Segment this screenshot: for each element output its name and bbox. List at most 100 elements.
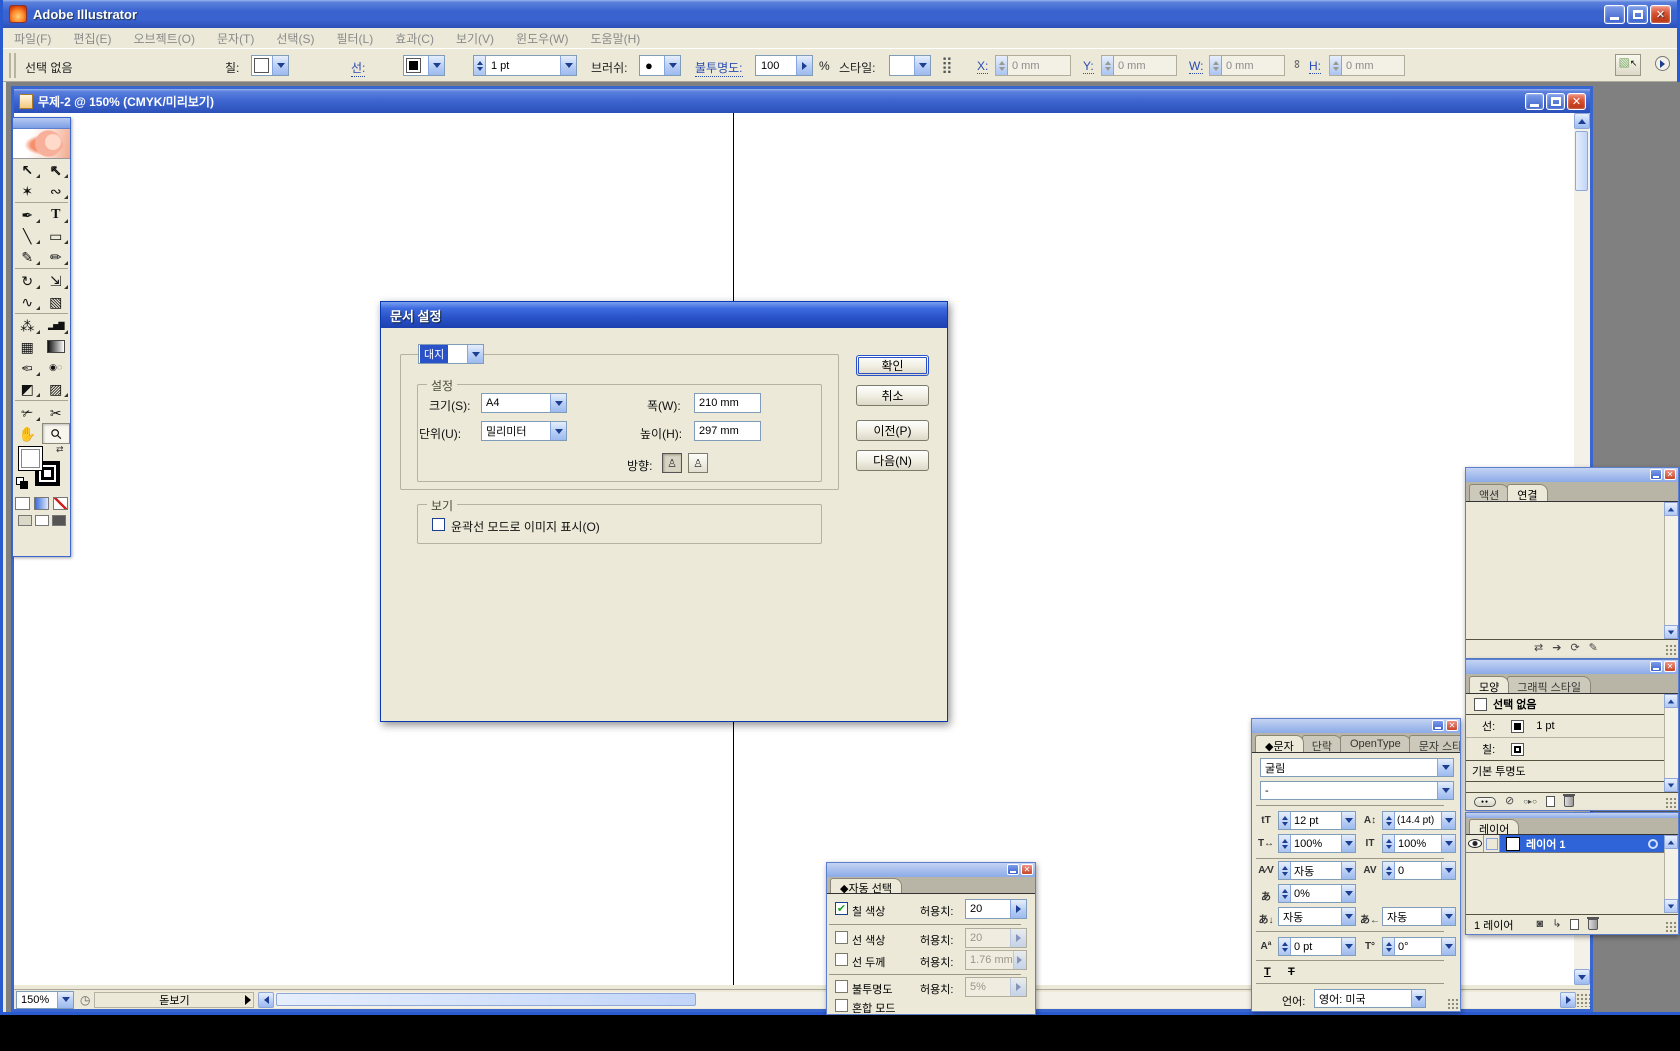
appearance-fill-row[interactable]: 칠: — [1466, 738, 1678, 761]
scroll-left-button[interactable] — [258, 992, 274, 1008]
dialog-section-dropdown[interactable]: 대지 — [418, 344, 484, 364]
palette-minimize-button[interactable] — [1007, 864, 1019, 875]
font-family-dropdown[interactable]: 굴림 — [1260, 758, 1454, 777]
baseline-shift-combo[interactable]: 0 pt — [1278, 937, 1356, 956]
zoom-level-combo[interactable]: 150% — [16, 991, 74, 1009]
layer-thumbnail[interactable] — [1506, 837, 1520, 851]
trash-icon[interactable] — [1588, 919, 1598, 930]
tolerance-slider-button[interactable] — [1010, 900, 1026, 918]
width-field[interactable]: 210 mm — [694, 393, 761, 413]
next-button[interactable]: 다음(N) — [856, 450, 929, 471]
new-layer-icon[interactable] — [1570, 919, 1579, 930]
chevron-down-icon[interactable] — [57, 992, 73, 1008]
lock-cell[interactable] — [1484, 835, 1500, 852]
rectangle-tool[interactable]: ▭ — [42, 225, 71, 246]
size-dropdown[interactable]: A4 — [481, 393, 567, 413]
font-size-combo[interactable]: 12 pt — [1278, 811, 1356, 830]
fill-swatch[interactable] — [18, 446, 43, 471]
tab-character-styles[interactable]: 문자 스타일 — [1409, 735, 1460, 752]
palette-titlebar[interactable]: ✕ — [827, 863, 1035, 877]
chevron-down-icon[interactable] — [1437, 759, 1453, 776]
appearance-transparency-row[interactable]: 기본 투명도 — [1466, 761, 1678, 782]
scissors-tool[interactable]: ✂ — [42, 402, 71, 423]
opacity-label[interactable]: 불투명도: — [695, 59, 743, 77]
layer-row[interactable]: 레이어 1 — [1466, 835, 1678, 853]
resize-grip[interactable] — [1576, 993, 1590, 1007]
menu-file[interactable]: 파일(F) — [3, 30, 62, 47]
app-titlebar[interactable]: Adobe Illustrator ✕ — [3, 0, 1677, 28]
palette-scrollbar[interactable] — [1664, 694, 1678, 792]
relink-icon[interactable]: ⇄ — [1534, 643, 1543, 654]
scroll-up-button[interactable] — [1574, 113, 1590, 129]
prev-button[interactable]: 이전(P) — [856, 420, 929, 441]
menu-object[interactable]: 오브젝트(O) — [122, 30, 206, 47]
scroll-down-button[interactable] — [1664, 625, 1678, 639]
horizontal-scale-combo[interactable]: 100% — [1278, 834, 1356, 853]
character-rotation-combo[interactable]: 0° — [1382, 937, 1456, 956]
app-minimize-button[interactable] — [1604, 5, 1625, 24]
h-field[interactable]: 0 mm — [1329, 55, 1405, 76]
menu-edit[interactable]: 편집(E) — [62, 30, 122, 47]
fill-tolerance-field[interactable]: 20 — [965, 899, 1027, 919]
tab-graphic-styles[interactable]: 그래픽 스타일 — [1507, 676, 1591, 693]
palette-resize-grip[interactable] — [1447, 998, 1459, 1010]
hand-tool[interactable]: ✋ — [13, 423, 42, 444]
palette-resize-grip[interactable] — [1665, 921, 1677, 933]
color-mode-button[interactable] — [15, 497, 30, 510]
portrait-orientation-button[interactable]: ♙ — [662, 453, 682, 473]
stroke-color-dropdown[interactable] — [403, 55, 445, 76]
menu-window[interactable]: 윈도우(W) — [505, 30, 579, 47]
palette-close-button[interactable]: ✕ — [1021, 864, 1033, 875]
opacity-slider-button[interactable] — [796, 56, 812, 75]
edit-original-icon[interactable]: ✎ — [1589, 643, 1598, 654]
default-fill-stroke-icon[interactable] — [16, 477, 28, 489]
go-to-bridge-button[interactable]: ▧↖ — [1615, 54, 1641, 76]
menu-select[interactable]: 선택(S) — [265, 30, 325, 47]
live-paint-bucket-tool[interactable]: ◩ — [13, 378, 42, 399]
outline-mode-checkbox[interactable] — [432, 518, 445, 531]
leading-combo[interactable]: (14.4 pt) — [1382, 811, 1456, 830]
ok-button[interactable]: 확인 — [856, 355, 929, 376]
strikethrough-button[interactable]: T — [1288, 966, 1295, 978]
toolbox-titlebar[interactable] — [13, 118, 70, 129]
doc-close-button[interactable]: ✕ — [1567, 93, 1586, 110]
font-style-dropdown[interactable]: - — [1260, 781, 1454, 800]
vertical-scale-combo[interactable]: 100% — [1382, 834, 1456, 853]
palette-scrollbar[interactable] — [1664, 835, 1678, 913]
tab-layers[interactable]: 레이어 — [1469, 819, 1519, 834]
appearance-selection-row[interactable]: 선택 없음 — [1466, 694, 1678, 715]
swap-fill-stroke-icon[interactable]: ⇄ — [56, 444, 64, 455]
stroke-label[interactable]: 선: — [351, 59, 365, 77]
slice-tool[interactable]: ✃ — [13, 402, 42, 423]
palette-close-button[interactable]: ✕ — [1664, 469, 1676, 480]
chevron-down-icon[interactable] — [428, 56, 444, 75]
type-tool[interactable]: T — [42, 204, 71, 225]
style-dropdown[interactable] — [889, 55, 931, 76]
weight-tolerance-field[interactable]: 1.76 mm — [965, 950, 1027, 970]
chevron-down-icon[interactable] — [550, 394, 566, 412]
rotate-tool[interactable]: ↻ — [13, 270, 42, 291]
link-dimensions-icon[interactable]: ∞ — [1290, 60, 1304, 69]
palette-minimize-button[interactable] — [1650, 661, 1662, 672]
menu-effect[interactable]: 효과(C) — [384, 30, 445, 47]
links-list[interactable]: ⇄ ➔ ⟳ ✎ — [1466, 502, 1678, 657]
trash-icon[interactable] — [1564, 796, 1574, 807]
app-close-button[interactable]: ✕ — [1650, 5, 1671, 24]
none-mode-button[interactable] — [53, 497, 68, 510]
status-menu-arrow-icon[interactable] — [245, 995, 251, 1005]
tab-paragraph[interactable]: 단락 — [1302, 735, 1342, 752]
reduce-to-basic-icon[interactable]: ⊘ — [1505, 796, 1514, 807]
new-art-basic-appearance-icon[interactable]: ●● — [1474, 797, 1496, 807]
free-transform-tool[interactable]: ▧ — [42, 291, 71, 312]
palette-scrollbar[interactable] — [1664, 502, 1678, 639]
fill-color-dropdown[interactable] — [251, 55, 289, 76]
zoom-tool[interactable]: ⚲ — [42, 423, 71, 444]
blend-mode-checkbox[interactable] — [835, 999, 848, 1012]
scroll-down-button[interactable] — [1664, 899, 1678, 913]
chevron-down-icon[interactable] — [560, 56, 576, 75]
cancel-button[interactable]: 취소 — [856, 385, 929, 406]
tab-magic-wand[interactable]: ◆자동 선택 — [830, 878, 902, 893]
tsume-combo[interactable]: 0% — [1278, 884, 1356, 903]
make-clipping-mask-icon[interactable]: ◙ — [1537, 919, 1544, 930]
stroke-weight-checkbox[interactable] — [835, 953, 848, 966]
